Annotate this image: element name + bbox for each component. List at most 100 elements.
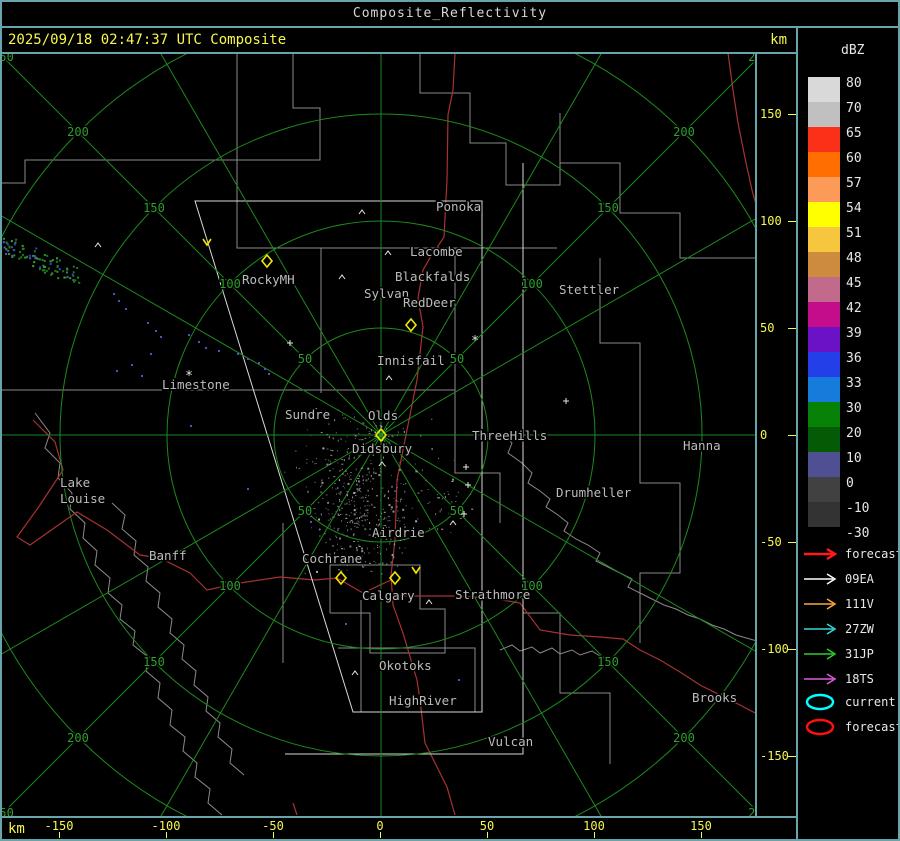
legend-item-track: forecast [803, 544, 900, 564]
track-arrow-icon [804, 547, 838, 561]
range-ring-label: 150 [143, 655, 165, 669]
x-axis-tick-label: -150 [44, 819, 74, 833]
y-axis-tick-label: 100 [760, 214, 782, 228]
west-mountain-echoes [0, 237, 81, 284]
x-axis-tick-label: 150 [690, 819, 712, 833]
city-label: Cochrane [302, 551, 362, 566]
caret-marker-icon [338, 274, 346, 280]
city-label: ThreeHills [472, 428, 547, 443]
city-label: Airdrie [372, 525, 425, 540]
y-axis-tick [788, 221, 796, 222]
city-label: Blackfalds [395, 269, 470, 284]
track-arrow-icon [804, 623, 837, 635]
y-axis-tick [788, 435, 796, 436]
range-ring-label: 150 [597, 655, 619, 669]
range-ring-label: 50 [450, 504, 464, 518]
plus-marker-icon [463, 464, 469, 470]
caret-marker-icon [351, 670, 359, 676]
colorbar-value-label: 36 [846, 351, 862, 366]
colorbar-swatch [808, 377, 840, 402]
border-map-top [0, 52, 797, 54]
colorbar-title: dBZ [841, 43, 865, 58]
city-label: Olds [368, 408, 398, 423]
star-marker-icon: * [185, 369, 193, 384]
city-label: Banff [149, 548, 187, 563]
colorbar-swatch [808, 477, 840, 502]
storm-ellipse-icon [805, 718, 835, 736]
city-label: HighRiver [389, 693, 457, 708]
y-axis-tick-label: 150 [760, 107, 782, 121]
track-arrow-icon [804, 573, 837, 585]
caret-marker-icon [384, 250, 392, 256]
legend-item-track: 31JP [803, 644, 898, 664]
caret-marker-icon [358, 209, 366, 215]
x-axis: km -150 -100 -50 0 50 100 150 [0, 817, 797, 839]
x-axis-tick [594, 832, 595, 838]
range-ring-label: 50 [450, 352, 464, 366]
range-ring-label: 200 [67, 731, 89, 745]
colorbar-value-label: 30 [846, 401, 862, 416]
legend-item-label: 31JP [845, 647, 874, 661]
y-axis-tick [788, 756, 796, 757]
city-label: Vulcan [488, 734, 533, 749]
y-axis-tick [788, 114, 796, 115]
x-axis-tick [273, 832, 274, 838]
star-marker-icon: * [471, 334, 479, 349]
range-ring-label: 100 [219, 579, 241, 593]
colorbar-swatch [808, 302, 840, 327]
storm-ellipse-icon [805, 693, 835, 711]
y-axis-tick-label: 50 [760, 321, 775, 335]
city-label: Lacombe [410, 244, 463, 259]
range-ring-label: 200 [67, 125, 89, 139]
colorbar-value-label: 65 [846, 126, 862, 141]
city-label: Drumheller [556, 485, 632, 500]
colorbar-swatch [808, 127, 840, 152]
colorbar-value-label: 39 [846, 326, 862, 341]
x-axis-tick [487, 832, 488, 838]
colorbar-swatch [808, 77, 840, 102]
y-axis-tick-label: -50 [760, 535, 782, 549]
legend-item-track: 18TS [803, 669, 898, 689]
border-top [0, 0, 900, 2]
colorbar-value-label: 0 [846, 476, 854, 491]
colorbar-value-label: 60 [846, 151, 862, 166]
plus-marker-icon [287, 340, 293, 346]
x-axis-tick [166, 832, 167, 838]
colorbar-value-label: -30 [846, 526, 870, 541]
city-label: Calgary [362, 588, 415, 603]
range-ring-label: 50 [298, 352, 312, 366]
caret-marker-icon [425, 599, 433, 605]
legend-item-storm-outline: forecast [803, 717, 900, 737]
legend-item-storm-outline: current [803, 692, 898, 712]
status-bar: 2025/09/18 02:47:37 UTC Composite km [0, 27, 797, 53]
y-axis-unit-label: km [770, 32, 787, 48]
window-title-text: Composite_Reflectivity [352, 6, 548, 21]
city-label: RedDeer [403, 295, 456, 310]
x-axis-tick-label: 50 [479, 819, 495, 833]
colorbar-swatch [808, 102, 840, 127]
colorscale-legend-panel: dBZ 80 70 65 60 57 54 51 48 45 42 39 36 33 30 20 10 0 -10… [797, 27, 900, 841]
plus-marker-icon [465, 482, 471, 488]
range-ring-label: 150 [597, 201, 619, 215]
range-ring-label: 50 [298, 504, 312, 518]
legend-item-track: 111V [803, 594, 898, 614]
x-axis-tick-label: -50 [262, 819, 284, 833]
city-label: Okotoks [379, 658, 432, 673]
colorbar-value-label: 48 [846, 251, 862, 266]
plus-marker-icon [563, 398, 569, 404]
legend-item-label: current [845, 695, 896, 709]
legend-item-label: 18TS [845, 672, 874, 686]
colorbar-swatch [808, 352, 840, 377]
x-axis-tick-label: -100 [151, 819, 181, 833]
y-axis-tick [788, 328, 796, 329]
y-axis-tick [788, 649, 796, 650]
y-axis-tick-label: -100 [760, 642, 789, 656]
legend-item-track: 09EA [803, 569, 898, 589]
city-label: Innisfail [377, 353, 445, 368]
x-axis-tick [701, 832, 702, 838]
city-label: Limestone [162, 377, 230, 392]
city-label: Didsbury [352, 441, 413, 456]
colorbar-value-label: 20 [846, 426, 862, 441]
track-arrow-icon [804, 673, 837, 685]
radar-map: 50 5050 50100 100100 100150 150150 150200 20020… [0, 53, 757, 817]
